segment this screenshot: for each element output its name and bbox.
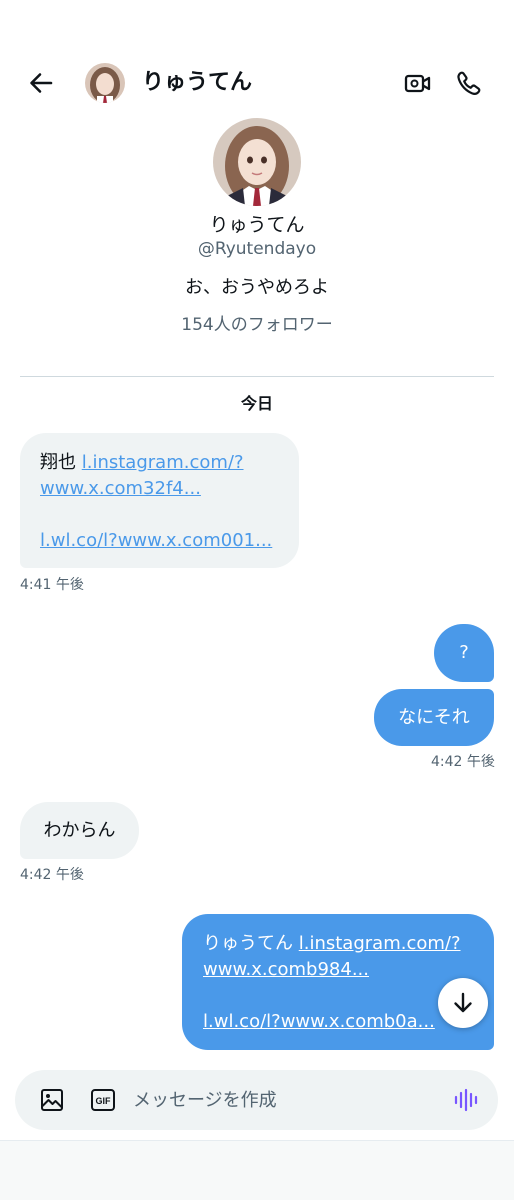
header-title[interactable]: りゅうてん: [142, 68, 252, 98]
voice-wave-icon[interactable]: [453, 1088, 479, 1112]
profile-name[interactable]: りゅうてん: [0, 213, 514, 237]
message-input[interactable]: [133, 1084, 433, 1116]
message-text: ?: [459, 642, 469, 663]
gif-icon[interactable]: GIF: [90, 1088, 116, 1112]
message-link[interactable]: www.x.com32f4...: [40, 476, 279, 502]
message-line: 翔也 l.instagram.com/?: [40, 450, 279, 476]
scroll-down-arrow-icon: [454, 992, 472, 1013]
profile-summary: りゅうてん @Ryutendayo お、おうやめろよ 154人のフォロワー: [0, 118, 514, 336]
profile-bio: お、おうやめろよ: [185, 277, 329, 298]
date-separator: 今日: [240, 394, 273, 413]
message-bubble-incoming[interactable]: 翔也 l.instagram.com/? www.x.com32f4... l.…: [20, 433, 299, 568]
message-text: りゅうてん: [203, 933, 299, 954]
message-link[interactable]: l.wl.co/l?www.x.com001...: [40, 528, 279, 554]
avatar[interactable]: [85, 63, 125, 103]
message-link[interactable]: www.x.comb984...: [203, 957, 473, 983]
profile-handle[interactable]: @Ryutendayo: [0, 238, 514, 260]
message-composer: GIF: [15, 1070, 498, 1130]
scroll-to-bottom-button[interactable]: [438, 978, 488, 1028]
message-text: わからん: [43, 820, 116, 841]
bottom-bar: [0, 1141, 514, 1200]
svg-text:GIF: GIF: [96, 1096, 112, 1106]
phone-icon[interactable]: [454, 68, 484, 98]
follower-count[interactable]: 154人のフォロワー: [0, 314, 514, 336]
conversation-header: りゅうてん: [0, 52, 514, 114]
message-timestamp: 4:41 午後: [20, 577, 84, 593]
message-timestamp: 4:42 午後: [431, 754, 495, 770]
message-text: なにそれ: [398, 707, 470, 728]
image-icon[interactable]: [39, 1087, 65, 1113]
message-text: 翔也: [40, 452, 82, 473]
message-link[interactable]: l.instagram.com/?: [299, 933, 461, 954]
profile-avatar[interactable]: [213, 118, 301, 206]
video-call-icon[interactable]: [403, 68, 433, 98]
message-line: りゅうてん l.instagram.com/?: [203, 931, 473, 957]
message-bubble-outgoing[interactable]: ?: [434, 624, 494, 682]
divider: [20, 376, 494, 377]
message-timestamp: 4:42 午後: [20, 867, 84, 883]
message-link[interactable]: l.wl.co/l?www.x.comb0a...: [203, 1009, 473, 1035]
message-link[interactable]: l.instagram.com/?: [82, 452, 244, 473]
back-arrow-icon[interactable]: [26, 68, 56, 98]
message-bubble-incoming[interactable]: わからん: [20, 802, 139, 859]
message-bubble-outgoing[interactable]: なにそれ: [374, 689, 494, 746]
